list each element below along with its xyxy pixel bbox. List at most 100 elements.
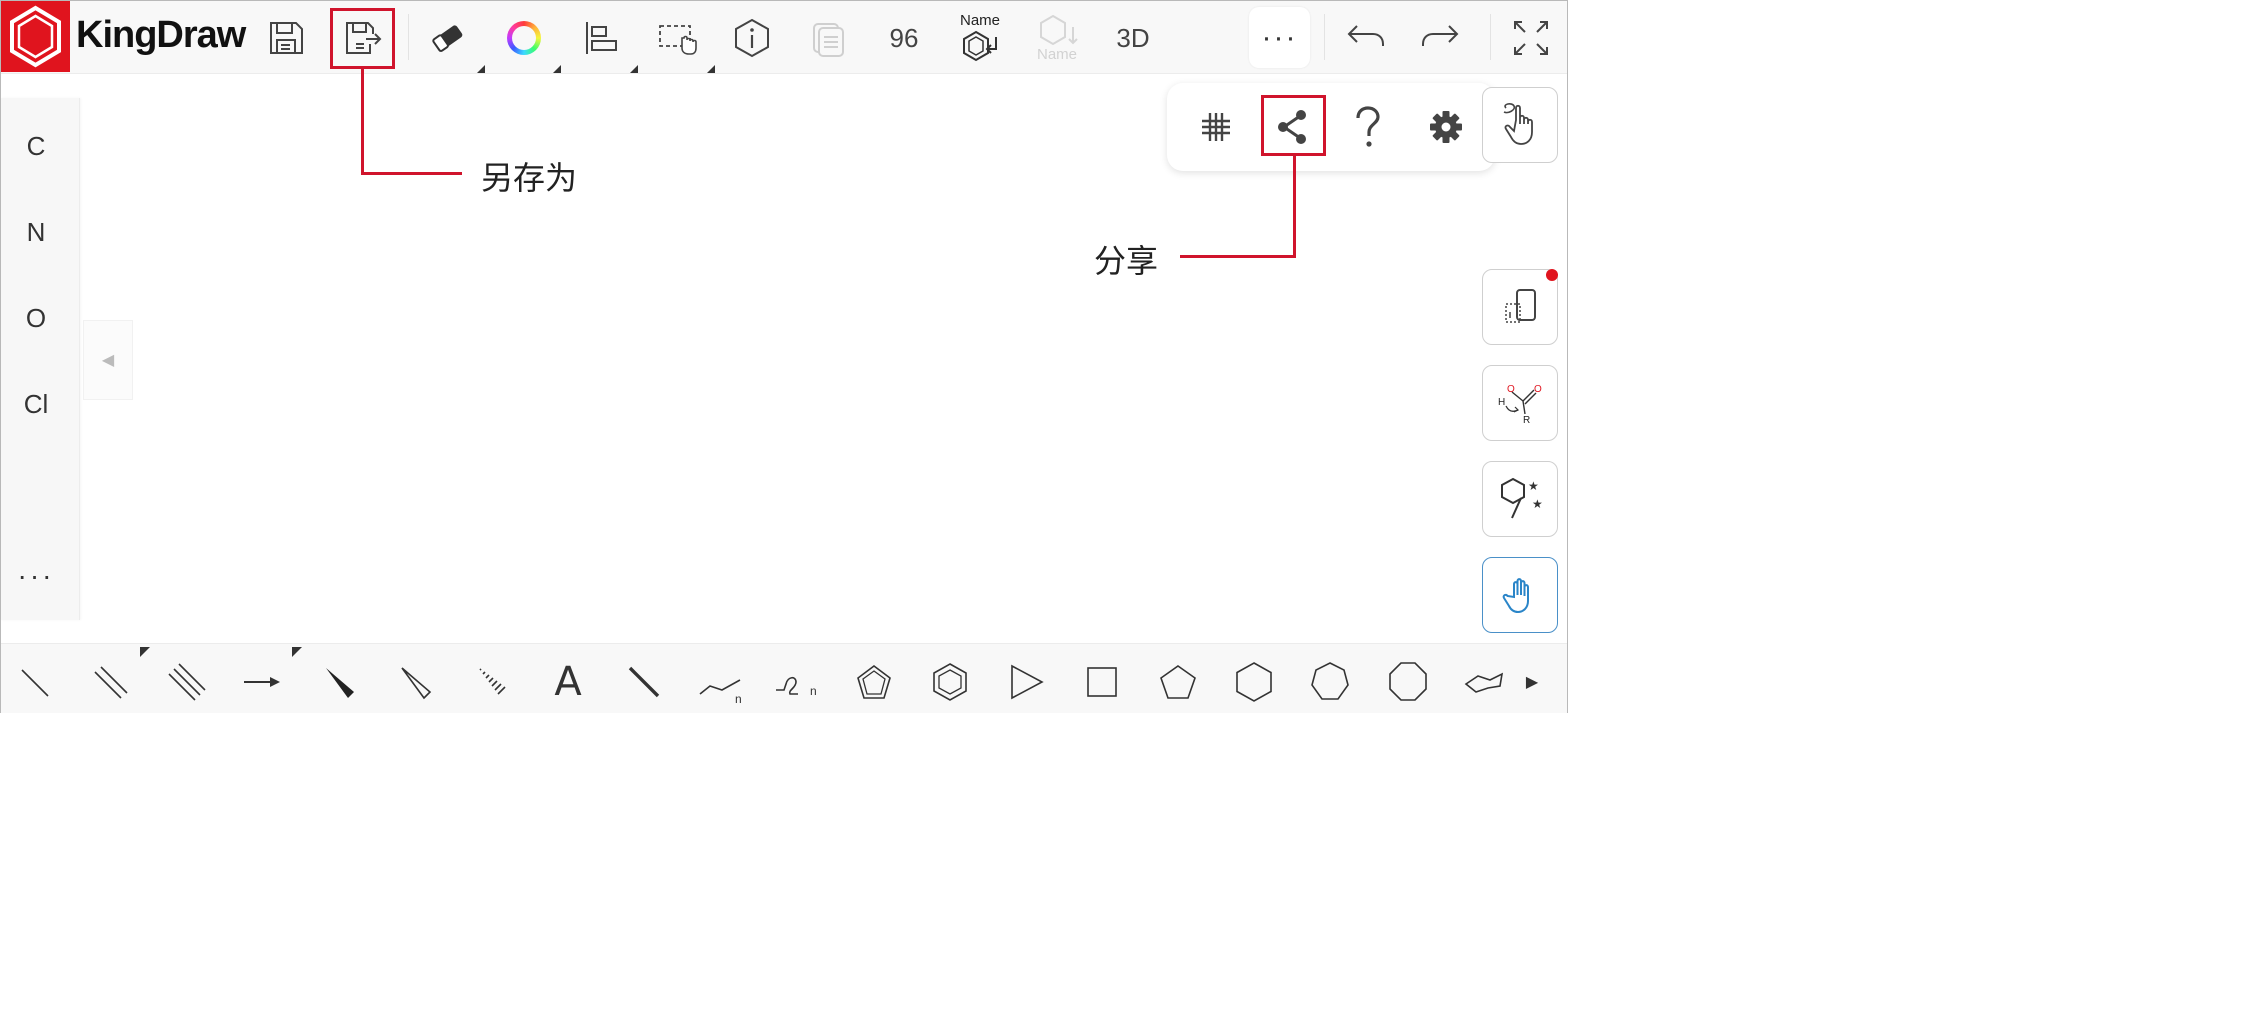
element-panel [1,98,80,620]
color-wheel-icon [507,21,541,55]
notification-dot [1546,269,1558,281]
structure-to-name-button[interactable]: Name [1029,6,1085,70]
dropdown-indicator [630,65,638,73]
redo-button[interactable] [1413,6,1469,70]
collapse-panel-button[interactable]: ◀ [83,320,133,400]
element-more-button[interactable]: ··· [0,560,72,592]
settings-button[interactable] [1416,97,1476,157]
device-transfer-button[interactable] [1482,269,1558,345]
share-callout-line [1293,156,1296,258]
dropdown-indicator [707,65,715,73]
arrow-right-icon [244,677,280,687]
double-bond-icon [94,666,128,699]
save-icon [270,22,303,54]
settings-icon [1430,111,1462,143]
help-button[interactable] [1338,97,1398,157]
grid-icon [1202,113,1230,141]
dropdown-indicator [553,65,561,73]
hand-pan-icon [1502,578,1529,614]
save-as-annotation: 另存为 [481,159,578,197]
copy-button[interactable] [800,6,856,70]
device-transfer-icon [1505,289,1536,323]
chain-tool[interactable]: n [692,654,748,710]
solid-wedge-icon [326,668,354,698]
cyclopentadiene-icon [857,665,891,699]
arrow-tool[interactable] [234,654,290,710]
hollow-wedge-tool[interactable] [386,654,442,710]
element-nitrogen[interactable]: N [0,217,72,248]
square-icon [1087,667,1117,697]
svg-text:★: ★ [1528,479,1539,493]
hollow-wedge-icon [401,667,432,700]
benzene-tool[interactable] [922,654,978,710]
text-tool[interactable]: A [540,654,596,710]
grid-button[interactable] [1186,97,1246,157]
color-picker-button[interactable] [496,6,552,70]
heptagon-ring-tool[interactable] [1302,654,1358,710]
bold-bond-icon [628,666,660,698]
dropdown-indicator [140,647,150,657]
name-tool-label: Name [959,12,1000,29]
name-to-structure-icon [963,30,997,62]
reaction-h-label: H [1498,397,1505,408]
chiral-star-icon: ★ ★ [1501,477,1543,519]
bold-bond-tool[interactable] [616,654,672,710]
pentagon-ring-tool[interactable] [1150,654,1206,710]
more-options-button[interactable]: ··· [1249,7,1310,68]
caret-right-icon: ▶ [1525,674,1539,691]
share-annotation: 分享 [1094,242,1159,280]
reaction-mechanism-button[interactable]: H O O R [1482,365,1558,441]
rectangle-select-icon [659,25,697,55]
cyclopentadiene-tool[interactable] [846,654,902,710]
element-carbon[interactable]: C [0,131,72,162]
dropdown-indicator [292,647,302,657]
align-button[interactable] [572,6,628,70]
hand-pan-button[interactable] [1482,557,1558,633]
repeat-chain-tool[interactable]: n [768,654,824,710]
fullscreen-button[interactable] [1503,6,1559,70]
cyclohexane-chair-tool[interactable] [1456,654,1512,710]
cyclohexane-chair-icon [1464,672,1504,693]
hashed-wedge-tool[interactable] [462,654,518,710]
save-as-highlight [330,8,395,69]
3d-view-button[interactable]: 3D [1105,6,1161,70]
redo-icon [1422,25,1459,46]
name-tool-disabled-label: Name [1036,46,1077,63]
hexagon-icon [1236,662,1272,702]
chiral-tool-button[interactable]: ★ ★ [1482,461,1558,537]
element-oxygen[interactable]: O [0,303,72,334]
single-bond-tool[interactable] [6,654,62,710]
reaction-mechanism-icon: H O O R [1498,384,1542,426]
heptagon-icon [1311,662,1349,700]
counter-value: 96 [889,22,919,53]
touch-hand-icon [1503,103,1533,145]
info-button[interactable] [724,6,780,70]
triple-bond-tool[interactable] [158,654,214,710]
save-button[interactable] [258,6,314,70]
triangle-ring-tool[interactable] [998,654,1054,710]
name-to-structure-button[interactable]: Name [952,6,1008,70]
app-title: KingDraw [76,14,246,56]
eraser-button[interactable] [420,6,476,70]
benzene-icon [933,663,967,701]
undo-icon [1347,25,1384,46]
structure-to-name-icon [1040,14,1078,46]
toolbar-separator [1324,14,1325,60]
eraser-icon [432,25,463,52]
toolbar-separator [1490,14,1491,60]
reaction-r-label: R [1523,415,1530,426]
wedge-bond-tool[interactable] [310,654,366,710]
help-icon [1356,106,1380,147]
touch-gesture-button[interactable] [1482,87,1558,163]
square-ring-tool[interactable] [1074,654,1130,710]
octagon-ring-tool[interactable] [1380,654,1436,710]
select-button[interactable] [650,6,706,70]
fullscreen-icon [1514,21,1548,55]
single-bond-icon [21,669,49,697]
hexagon-ring-tool[interactable] [1226,654,1282,710]
next-tools-button[interactable]: ▶ [1512,654,1552,710]
double-bond-tool[interactable] [82,654,138,710]
octagon-icon [1389,662,1427,701]
undo-button[interactable] [1337,6,1393,70]
element-chlorine[interactable]: Cl [0,389,72,420]
